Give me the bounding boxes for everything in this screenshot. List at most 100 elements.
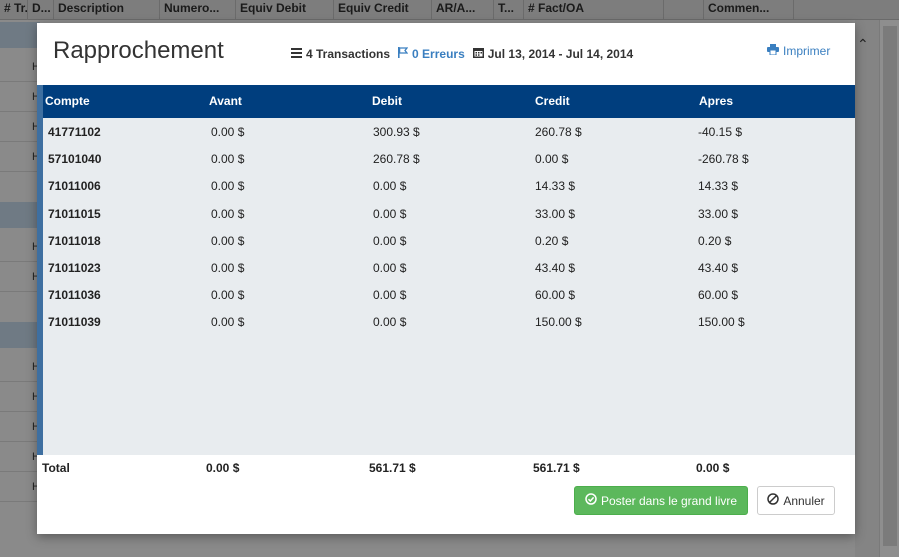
cell-account: 57101040 bbox=[48, 152, 102, 167]
cell-account: 71011015 bbox=[48, 206, 101, 221]
cell-credit: 33.00 $ bbox=[535, 206, 576, 221]
bg-col-header: Description bbox=[54, 0, 160, 20]
bg-col-header: Equiv Credit bbox=[334, 0, 432, 20]
table-row: 71011006 0.00 $ 0.00 $ 14.33 $ 14.33 $ bbox=[43, 172, 855, 199]
cell-credit: 0.20 $ bbox=[535, 233, 569, 248]
cell-debit: 260.78 $ bbox=[373, 152, 420, 167]
reconciliation-modal: Rapprochement 4 Transactions 0 Erreurs J… bbox=[37, 23, 855, 534]
reconciliation-table: Compte Avant Debit Credit Apres 41771102… bbox=[37, 85, 855, 455]
table-row: 57101040 0.00 $ 260.78 $ 0.00 $ -260.78 … bbox=[43, 145, 855, 172]
bg-group-band bbox=[0, 322, 40, 348]
total-label: Total bbox=[42, 461, 70, 475]
table-row: 71011015 0.00 $ 0.00 $ 33.00 $ 33.00 $ bbox=[43, 200, 855, 227]
print-button[interactable]: Imprimer bbox=[767, 44, 830, 58]
bg-row: H bbox=[0, 112, 40, 142]
cell-debit: 300.93 $ bbox=[373, 125, 420, 139]
bg-row: H bbox=[0, 262, 40, 292]
cell-apres: -260.78 $ bbox=[698, 152, 749, 167]
bg-col-header: # Fact/OA bbox=[524, 0, 664, 20]
cell-avant: 0.00 $ bbox=[211, 152, 245, 167]
errors-label[interactable]: 0 Erreurs bbox=[412, 47, 465, 61]
table-row: 71011036 0.00 $ 0.00 $ 60.00 $ 60.00 $ bbox=[43, 281, 855, 308]
bg-row: H bbox=[0, 472, 40, 502]
cell-apres: 43.40 $ bbox=[698, 260, 739, 275]
column-header-compte: Compte bbox=[45, 94, 90, 108]
total-debit: 561.71 $ bbox=[369, 461, 416, 475]
bg-col-header bbox=[664, 0, 704, 20]
bg-row: H bbox=[0, 352, 40, 382]
bg-row: H bbox=[0, 52, 40, 82]
cancel-button-label[interactable]: Annuler bbox=[783, 494, 824, 508]
date-range: Jul 13, 2014 - Jul 14, 2014 bbox=[472, 47, 634, 61]
cell-account: 71011023 bbox=[48, 260, 101, 275]
cell-debit: 0.00 $ bbox=[373, 315, 407, 330]
column-header-avant: Avant bbox=[209, 94, 242, 108]
scrollbar-thumb[interactable] bbox=[883, 26, 897, 546]
bg-col-header: # Tr... bbox=[0, 0, 28, 20]
table-body: 41771102 0.00 $ 300.93 $ 260.78 $ -40.15… bbox=[43, 118, 855, 336]
cell-apres: 0.20 $ bbox=[698, 233, 732, 248]
total-credit: 561.71 $ bbox=[533, 461, 580, 475]
post-to-ledger-button[interactable]: Poster dans le grand livre bbox=[574, 486, 748, 515]
cell-account: 71011006 bbox=[48, 179, 101, 194]
bg-row: H bbox=[0, 232, 40, 262]
total-avant: 0.00 $ bbox=[206, 461, 240, 475]
bg-col-header: AR/A... bbox=[432, 0, 494, 20]
table-row: 71011039 0.00 $ 0.00 $ 150.00 $ 150.00 $ bbox=[43, 308, 855, 335]
printer-icon bbox=[767, 44, 779, 58]
cell-credit: 260.78 $ bbox=[535, 125, 582, 139]
cell-apres: 60.00 $ bbox=[698, 288, 739, 303]
cell-debit: 0.00 $ bbox=[373, 260, 407, 275]
cell-apres: 14.33 $ bbox=[698, 179, 739, 194]
errors-link[interactable]: 0 Erreurs bbox=[398, 47, 465, 61]
bg-row: H bbox=[0, 82, 40, 112]
background-scrollbar[interactable] bbox=[879, 20, 899, 557]
table-header: Compte Avant Debit Credit Apres bbox=[43, 85, 855, 118]
total-apres: 0.00 $ bbox=[696, 461, 730, 475]
cell-avant: 0.00 $ bbox=[211, 288, 245, 303]
cell-credit: 60.00 $ bbox=[535, 288, 576, 303]
ban-icon bbox=[767, 493, 780, 508]
post-button-label[interactable]: Poster dans le grand livre bbox=[601, 494, 737, 508]
cell-credit: 0.00 $ bbox=[535, 152, 569, 167]
column-header-debit: Debit bbox=[372, 94, 402, 108]
cell-credit: 14.33 $ bbox=[535, 179, 576, 194]
cell-account: 41771102 bbox=[48, 125, 101, 139]
bg-col-header: Equiv Debit bbox=[236, 0, 334, 20]
bg-row: H bbox=[0, 442, 40, 472]
check-circle-icon bbox=[585, 493, 597, 508]
column-header-apres: Apres bbox=[699, 94, 734, 108]
calendar-icon bbox=[472, 47, 484, 61]
table-row: 71011018 0.00 $ 0.00 $ 0.20 $ 0.20 $ bbox=[43, 227, 855, 254]
transactions-label: 4 Transactions bbox=[306, 47, 391, 61]
cell-debit: 0.00 $ bbox=[373, 288, 407, 303]
cell-account: 71011036 bbox=[48, 288, 101, 303]
table-row: 71011023 0.00 $ 0.00 $ 43.40 $ 43.40 $ bbox=[43, 254, 855, 281]
bg-group-band bbox=[0, 22, 40, 48]
cancel-button[interactable]: Annuler bbox=[757, 486, 835, 515]
cell-credit: 150.00 $ bbox=[535, 315, 582, 330]
modal-header: Rapprochement 4 Transactions 0 Erreurs J… bbox=[37, 23, 855, 85]
bg-group-band bbox=[0, 202, 40, 228]
cell-account: 71011018 bbox=[48, 233, 101, 248]
cell-avant: 0.00 $ bbox=[211, 179, 245, 194]
cell-debit: 0.00 $ bbox=[373, 179, 407, 194]
date-range-label: Jul 13, 2014 - Jul 14, 2014 bbox=[487, 47, 634, 61]
bg-row: H bbox=[0, 142, 40, 172]
cell-avant: 0.00 $ bbox=[211, 233, 245, 248]
cell-apres: 33.00 $ bbox=[698, 206, 739, 221]
bg-row: H bbox=[0, 412, 40, 442]
column-header-credit: Credit bbox=[535, 94, 570, 108]
bg-row: H bbox=[0, 382, 40, 412]
print-label[interactable]: Imprimer bbox=[783, 44, 830, 58]
cell-avant: 0.00 $ bbox=[211, 125, 245, 139]
chevron-up-icon: ⌃ bbox=[857, 36, 869, 52]
cell-account: 71011039 bbox=[48, 315, 101, 330]
background-table-header: # Tr... D... Description Numero... Equiv… bbox=[0, 0, 899, 20]
list-icon bbox=[291, 47, 302, 61]
cell-apres: 150.00 $ bbox=[698, 315, 745, 330]
total-row: Total 0.00 $ 561.71 $ 561.71 $ 0.00 $ bbox=[37, 455, 855, 479]
cell-avant: 0.00 $ bbox=[211, 260, 245, 275]
bg-col-header: Numero... bbox=[160, 0, 236, 20]
modal-summary: 4 Transactions 0 Erreurs Jul 13, 2014 - … bbox=[291, 47, 641, 61]
